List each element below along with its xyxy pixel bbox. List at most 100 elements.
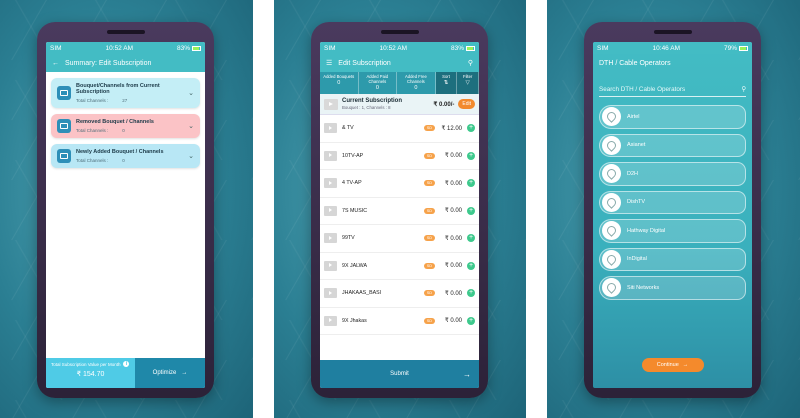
continue-button[interactable]: Continue → bbox=[641, 358, 704, 372]
operator-name: Siti Networks bbox=[627, 284, 660, 291]
summary-card-removed[interactable]: Removed Bouquet / Channels Total Channel… bbox=[51, 114, 200, 138]
channel-row: 9X JALWA SD ₹ 0.00 + bbox=[320, 253, 479, 280]
submit-button[interactable]: Submit → bbox=[320, 360, 479, 388]
add-channel-button[interactable]: + bbox=[467, 151, 475, 160]
tab-added-paid-channels[interactable]: Added Paid Channels 0 bbox=[359, 72, 398, 94]
operator-name: Hathway Digital bbox=[627, 227, 666, 234]
battery-percent: 79% bbox=[723, 44, 737, 52]
channel-price: ₹ 0.00 bbox=[444, 153, 462, 160]
tab-added-bouquets[interactable]: Added Bouquets 0 bbox=[320, 72, 359, 94]
current-subscription-title: Current Subscription bbox=[342, 98, 403, 104]
current-subscription-price: ₹ 0.00/- bbox=[433, 101, 455, 108]
channel-row: 99TV SD ₹ 0.00 + bbox=[320, 225, 479, 253]
screenshot-panel-edit: SIM 10:52 AM 83% ☰ Edit Subscription ⚲ A… bbox=[274, 0, 526, 418]
sd-badge: SD bbox=[423, 290, 435, 297]
page-title: Edit Subscription bbox=[338, 59, 391, 67]
phone-screen: SIM 10:52 AM 83% ☰ Edit Subscription ⚲ A… bbox=[320, 42, 479, 388]
menu-icon[interactable]: ☰ bbox=[326, 59, 332, 67]
filter-tabs: Added Bouquets 0 Added Paid Channels 0 Add… bbox=[320, 72, 479, 94]
operator-item[interactable]: Siti Networks bbox=[599, 276, 746, 300]
chevron-down-icon[interactable]: ⌄ bbox=[188, 122, 194, 130]
channel-row: 9X Jhakas SD ₹ 0.00 + bbox=[320, 308, 479, 335]
page-title: DTH / Cable Operators bbox=[599, 60, 671, 67]
summary-card-current[interactable]: Bouquet/Channels from Current Subscripti… bbox=[51, 78, 200, 108]
add-channel-button[interactable]: + bbox=[467, 124, 475, 133]
clock: 10:52 AM bbox=[379, 44, 407, 52]
satellite-dish-icon bbox=[602, 164, 621, 184]
search-icon[interactable]: ⚲ bbox=[741, 86, 746, 93]
channel-price: ₹ 12.00 bbox=[441, 125, 463, 132]
channels-count: 0 bbox=[122, 128, 125, 133]
channel-price: ₹ 0.00 bbox=[444, 208, 462, 215]
channel-price: ₹ 0.00 bbox=[444, 235, 462, 242]
channel-thumbnail-icon bbox=[324, 178, 337, 189]
optimize-button[interactable]: Optimize → bbox=[135, 358, 205, 388]
channel-name: 9X Jhakas bbox=[342, 317, 367, 324]
channel-list: & TV SD ₹ 12.00 +10TV-AP SD ₹ 0.00 +4 TV-AP SD ₹… bbox=[320, 115, 479, 335]
total-value: ₹ 154.70 bbox=[76, 371, 105, 378]
filter-icon: ▽ bbox=[465, 80, 470, 86]
add-channel-button[interactable]: + bbox=[467, 234, 475, 243]
summary-card-added[interactable]: Newly Added Bouquet / Channels Total Cha… bbox=[51, 144, 200, 168]
subscription-footer: Total Subscription Value per Month i ₹ 15… bbox=[46, 358, 205, 388]
add-channel-button[interactable]: + bbox=[467, 261, 475, 270]
sd-badge: SD bbox=[423, 125, 435, 132]
operator-item[interactable]: InDigital bbox=[599, 247, 746, 271]
operator-search-input[interactable]: Search DTH / Cable Operators ⚲ bbox=[599, 86, 746, 97]
operator-item[interactable]: D2H bbox=[599, 162, 746, 186]
phone-notch bbox=[106, 30, 145, 34]
operator-item[interactable]: DishTV bbox=[599, 190, 746, 214]
arrow-right-icon: → bbox=[181, 370, 188, 376]
sort-button[interactable]: Sort ⇅ bbox=[435, 72, 458, 94]
channels-label: Total Channels : bbox=[76, 158, 109, 163]
channel-price: ₹ 0.00 bbox=[444, 290, 462, 297]
channel-row: 10TV-AP SD ₹ 0.00 + bbox=[320, 143, 479, 170]
chevron-down-icon[interactable]: ⌄ bbox=[188, 152, 194, 160]
add-channel-button[interactable]: + bbox=[467, 179, 475, 188]
channel-price: ₹ 0.00 bbox=[444, 318, 462, 325]
chevron-down-icon[interactable]: ⌄ bbox=[188, 89, 194, 97]
operator-item[interactable]: Airtel bbox=[599, 105, 746, 129]
edit-button[interactable]: Edit bbox=[458, 99, 475, 109]
channels-count: 0 bbox=[122, 158, 125, 163]
info-icon[interactable]: i bbox=[123, 361, 130, 367]
arrow-right-icon: → bbox=[682, 362, 689, 368]
channel-name: 10TV-AP bbox=[342, 152, 364, 159]
channel-row: & TV SD ₹ 12.00 + bbox=[320, 115, 479, 143]
channel-price: ₹ 0.00 bbox=[444, 263, 462, 270]
current-subscription-row: Current Subscription Bouquet : 1, Channe… bbox=[320, 94, 479, 115]
channel-name: & TV bbox=[342, 125, 354, 132]
tab-count: 0 bbox=[414, 85, 418, 91]
phone-frame: SIM 10:52 AM 83% ☰ Edit Subscription ⚲ A… bbox=[311, 22, 488, 398]
add-channel-button[interactable]: + bbox=[467, 289, 475, 298]
operator-item[interactable]: Asianet bbox=[599, 133, 746, 157]
operator-item[interactable]: Hathway Digital bbox=[599, 219, 746, 243]
sd-badge: SD bbox=[423, 317, 435, 324]
channel-thumbnail-icon bbox=[324, 123, 337, 134]
card-title: Removed Bouquet / Channels bbox=[76, 119, 154, 125]
phone-notch bbox=[380, 30, 419, 34]
screenshot-panel-operators: SIM 10:46 AM 79% DTH / Cable Operators S… bbox=[547, 0, 800, 418]
tab-added-free-channels[interactable]: Added Free Channels 0 bbox=[397, 72, 436, 94]
search-icon[interactable]: ⚲ bbox=[468, 59, 473, 67]
channel-name: 99TV bbox=[342, 235, 355, 242]
page-title: Summary: Edit Subscription bbox=[65, 59, 152, 67]
channels-label: Total Channels : bbox=[76, 98, 109, 103]
channel-thumbnail-icon bbox=[324, 233, 337, 244]
search-placeholder: Search DTH / Cable Operators bbox=[599, 86, 686, 93]
add-channel-button[interactable]: + bbox=[467, 316, 475, 325]
sim-label: SIM bbox=[324, 44, 336, 52]
optimize-label: Optimize bbox=[152, 370, 177, 376]
battery-icon bbox=[465, 45, 475, 51]
card-title: Newly Added Bouquet / Channels bbox=[76, 149, 164, 155]
screenshot-panel-summary: SIM 10:52 AM 83% ← Summary: Edit Subscri… bbox=[0, 0, 253, 418]
operator-name: Airtel bbox=[627, 113, 640, 120]
operator-name: DishTV bbox=[627, 199, 646, 206]
status-bar: SIM 10:52 AM 83% bbox=[46, 42, 205, 54]
channel-name: 7S MUSIC bbox=[342, 207, 368, 214]
filter-button[interactable]: Filter ▽ bbox=[457, 72, 479, 94]
back-arrow-icon[interactable]: ← bbox=[52, 60, 59, 67]
satellite-dish-icon bbox=[602, 249, 621, 269]
add-channel-button[interactable]: + bbox=[467, 206, 475, 215]
app-bar: ☰ Edit Subscription ⚲ bbox=[320, 54, 479, 72]
